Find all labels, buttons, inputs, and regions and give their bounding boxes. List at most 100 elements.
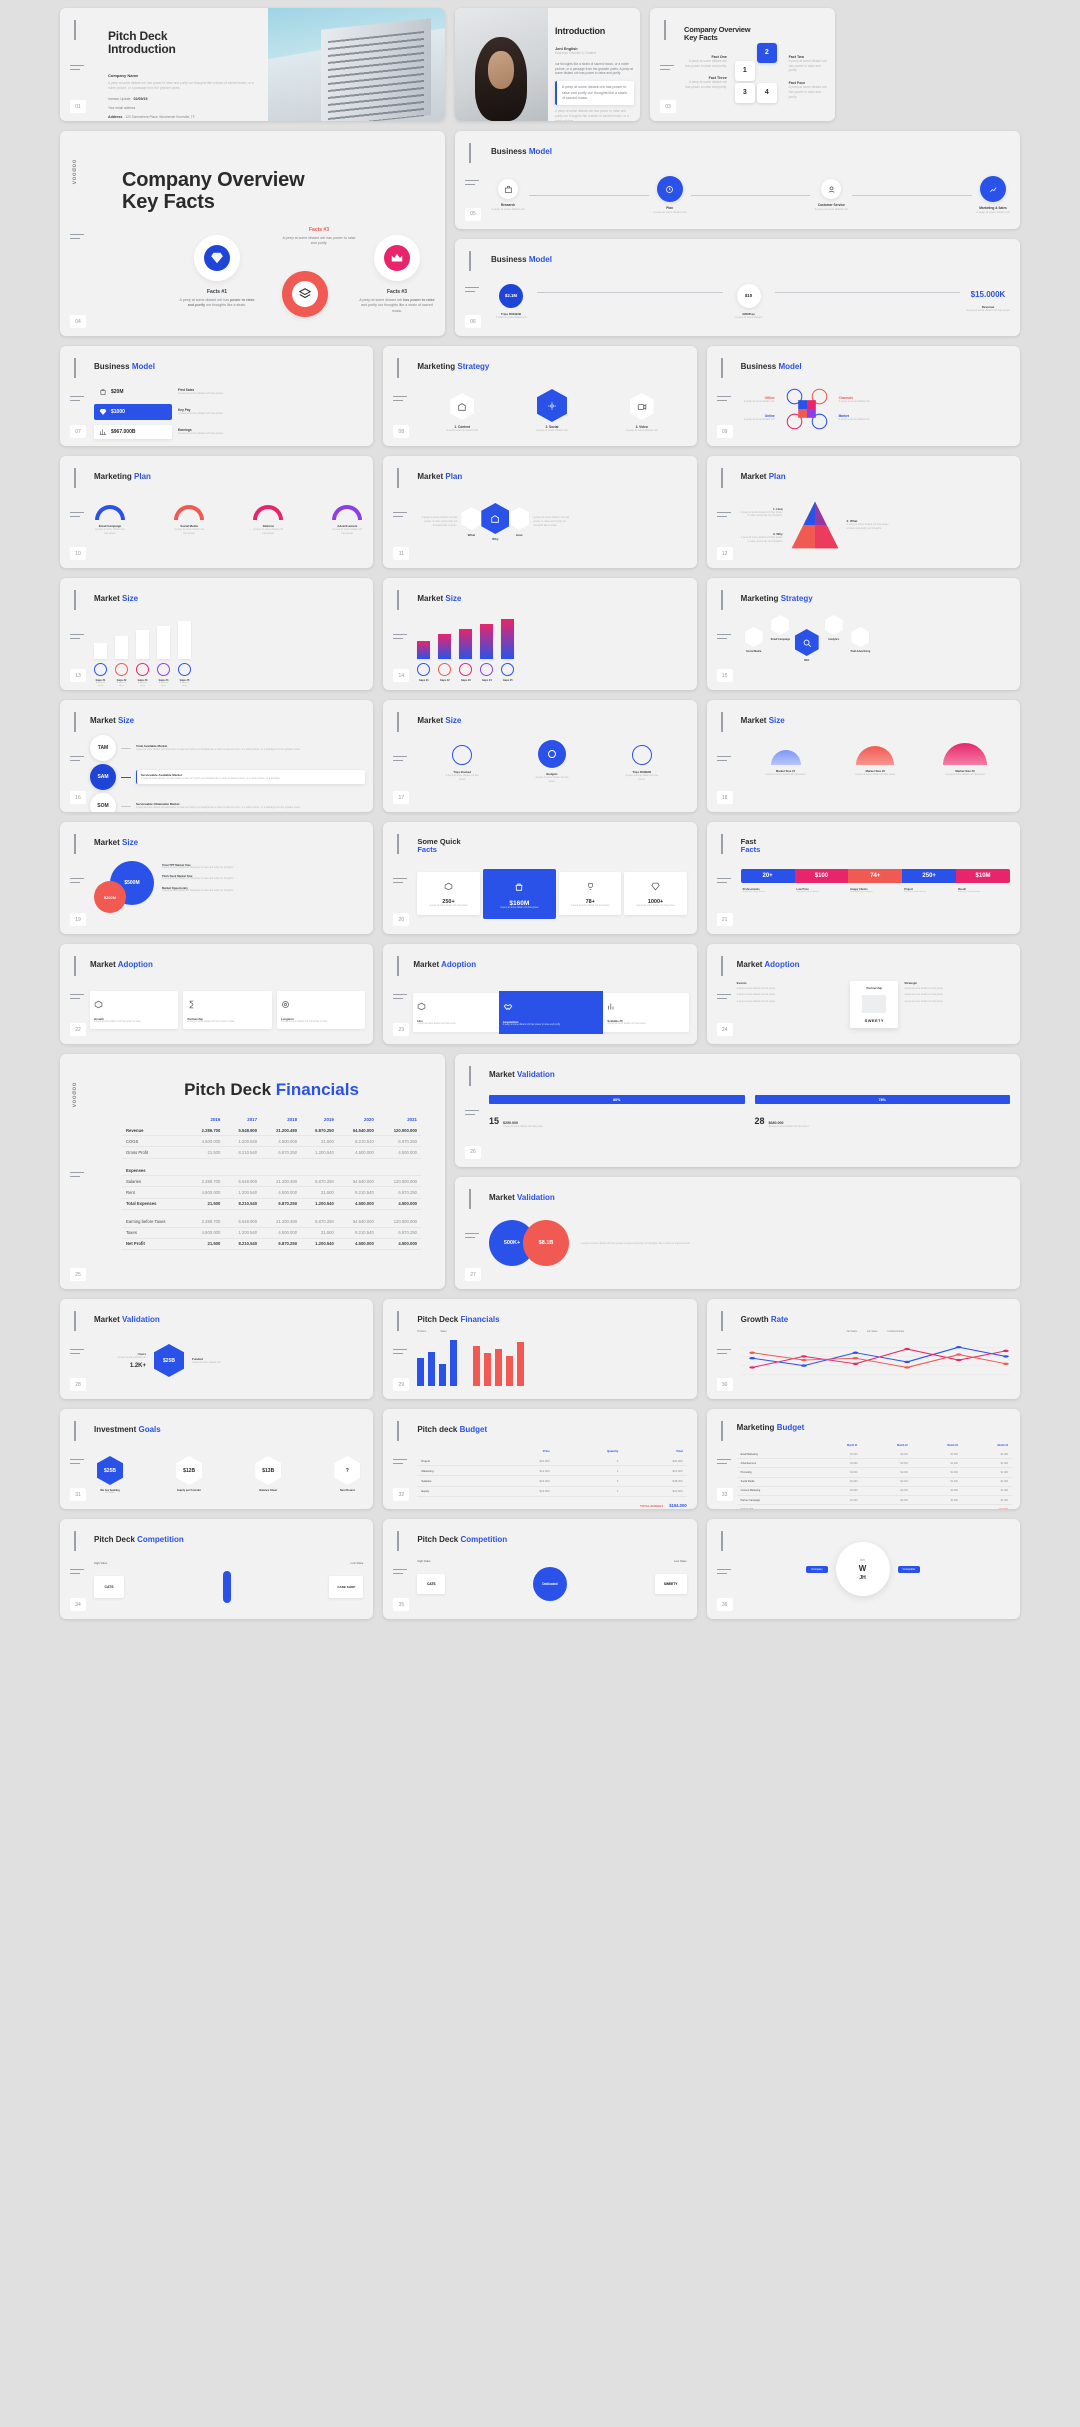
slide-fast-facts[interactable]: 21 Fast Facts 20+ $100 74+ 250+ $10M Pro…	[706, 822, 1020, 934]
video-icon[interactable]	[629, 393, 654, 420]
slide-title-top: Business	[491, 254, 527, 264]
how-hex[interactable]	[509, 507, 530, 530]
content-icon[interactable]	[450, 393, 475, 420]
divider-bar	[222, 1570, 231, 1603]
slide-market-adoption-c[interactable]: 24 Market Adoption Events A peep at some…	[706, 944, 1020, 1044]
slide-market-size-bars-white[interactable]: 13 Market Size Gaps #1 A peep at some Gap…	[60, 578, 374, 690]
slide-market-plan-triangle[interactable]: 12 Market Plan 1. How A peep at some dis…	[706, 456, 1020, 568]
layers-icon	[292, 281, 318, 307]
price-sub: A peep at some distant orb has power	[178, 431, 224, 435]
slide-title-bottom: Size	[118, 716, 135, 725]
slide-market-adoption-b[interactable]: 23 Market Adoption Hire A peep at some d…	[383, 944, 697, 1044]
small-campaign-icon[interactable]	[771, 615, 790, 635]
slide-pitch-deck-budget[interactable]: 32 Pitch deck Budget Price Quantity Tota…	[383, 1409, 697, 1509]
slide-title-top: Market	[417, 594, 444, 603]
slide-business-model-flow[interactable]: 06 Business Model $2.1M Trips ROI/B2B A …	[455, 238, 1020, 336]
paid-advertising-icon[interactable]	[851, 627, 870, 647]
ff-sub: A peep at some distant	[742, 890, 765, 893]
slide-quick-facts[interactable]: 20 Some Quick Facts 250+ A peep at some …	[383, 822, 697, 934]
inv-hex-3[interactable]: $13B	[255, 1456, 282, 1485]
slide-market-validation-bars[interactable]: 26 Market Validation 80% 78% 15 $250.000	[455, 1054, 1020, 1167]
inv-hex-4[interactable]: ?	[334, 1456, 361, 1485]
slide-market-validation-hex[interactable]: 28 Market Validation Users A peep at som…	[60, 1299, 374, 1399]
slide-marketing-strategy-hex[interactable]: 08 Marketing Strategy 1. Content A peep …	[383, 346, 697, 446]
slide-market-adoption-a[interactable]: 22 Market Adoption Growth A peep at some…	[60, 944, 374, 1044]
som-circle[interactable]: SOM	[90, 793, 116, 812]
arc-sub: A peep at some distant orb has power	[174, 528, 204, 535]
slide-introduction[interactable]: 02 Introduction Joni English Business Fo…	[455, 8, 640, 121]
slide-growth-rate[interactable]: 30 Growth Rate Jan Sales Jan Sales Funde…	[706, 1299, 1020, 1399]
slide-title-top: Fast	[740, 837, 757, 846]
box-icon	[94, 1000, 103, 1009]
fact-3-top-group: Facts #3 A peep at some distant orb has …	[282, 227, 356, 247]
slide-investment-goals[interactable]: 31 Investment Goals $25B We Are Seeking …	[60, 1409, 374, 1509]
slide-company-overview-key-facts-large[interactable]: voodoo 04 Company Overview Key Facts Fac…	[60, 131, 445, 336]
slide-title-top: Market	[736, 960, 763, 969]
slide-page-number: 04	[70, 315, 86, 328]
slide-market-size-tam[interactable]: 16 Market Size TAM Total Available Marke…	[60, 700, 374, 812]
fin-year: 2019	[324, 1117, 334, 1122]
circle-sub: A peep at some distant orb has power	[445, 774, 479, 781]
val-num-1: 15	[489, 1116, 500, 1126]
slide-title-bottom: Model	[528, 254, 552, 264]
slide-pitch-deck-competition-a[interactable]: 34 Pitch Deck Competition High Value Low…	[60, 1519, 374, 1619]
analytics-icon[interactable]	[824, 615, 843, 635]
item-sub: A peep at some distant orb	[653, 210, 687, 214]
slide-title-bottom: Plan	[445, 472, 463, 481]
slide-pitch-deck-financials-bars[interactable]: 29 Pitch Deck Financials Product Sales	[383, 1299, 697, 1399]
slide-title-bottom: Financials	[460, 1315, 500, 1324]
slide-market-size-halfcircles[interactable]: 18 Market Size Market Size #1 A peep at …	[706, 700, 1020, 812]
slide-company-overview-key-facts-small[interactable]: 03 Company Overview Key Facts Fact One A…	[650, 8, 835, 121]
row-name: Earning before Taxes	[122, 1216, 188, 1228]
fin-year: 2016	[210, 1117, 221, 1122]
research-icon[interactable]	[498, 179, 518, 199]
slide-market-plan-hex[interactable]: 11 Market Plan A peep at some distant or…	[383, 456, 697, 568]
strategic-label: Strategic	[904, 981, 918, 985]
price-amount: $1000	[111, 409, 125, 415]
why-hex[interactable]	[481, 503, 510, 534]
sam-circle[interactable]: SAM	[90, 764, 116, 790]
tam-circle[interactable]: TAM	[90, 735, 116, 761]
slide-marketing-budget[interactable]: 33 Marketing Budget Month #1 Month #2 Mo…	[706, 1409, 1020, 1509]
inv-hex-1[interactable]: $25B	[97, 1456, 123, 1485]
slide-business-model-pricing[interactable]: 07 Business Model $20M First Sales A pee…	[60, 346, 374, 446]
circle-2[interactable]	[537, 740, 566, 768]
circle-1[interactable]	[452, 745, 473, 765]
slide-grid-page: 01 Pitch Deck Introduction Company Name …	[0, 0, 1080, 2427]
table-section-header: Expenses	[122, 1165, 421, 1177]
what-hex[interactable]	[461, 507, 482, 530]
social-icon[interactable]	[536, 389, 567, 422]
slide-business-model-puzzle[interactable]: 09 Business Model Offline A peep at some…	[706, 346, 1020, 446]
item-sub: A peep at some distant orb	[976, 210, 1010, 214]
hc-sub: A peep at some distant orb has power	[765, 773, 806, 776]
seo-icon[interactable]	[794, 629, 819, 656]
bar-sub: A peep at some	[179, 682, 190, 688]
fact-3-group: Facts #3 A peep at some distant orb has …	[358, 235, 436, 314]
marketing-sales-icon[interactable]	[980, 176, 1007, 202]
slide-market-size-bars-gradient[interactable]: 14 Market Size Gaps #1 Gaps #2 Gaps #3 G…	[383, 578, 697, 690]
slide-title-bottom: Plan	[134, 472, 151, 481]
slide-market-size-venn[interactable]: 19 Market Size $500M $200M Total TPT Mar…	[60, 822, 374, 934]
competition-circle: BW W JH	[835, 1542, 890, 1596]
slide-marketing-plan-arcs[interactable]: 10 Marketing Plan Email Campaign A peep …	[60, 456, 374, 568]
slide-business-model-icons[interactable]: 05 Business Model Research A peep at som…	[455, 131, 1020, 229]
circle-3[interactable]	[631, 745, 652, 765]
hex-left-text: A peep at some distant orb has power to …	[421, 516, 458, 527]
funded-hex[interactable]: $25B	[154, 1344, 184, 1377]
slide-pitch-deck-financials-large[interactable]: voodoo 25 Pitch Deck Financials 2016 201…	[60, 1054, 445, 1289]
customer-service-icon[interactable]	[821, 179, 842, 199]
social-media-icon[interactable]	[744, 627, 763, 647]
table-row: Equity $24.000 1 $24.000	[417, 1486, 687, 1497]
slide-market-validation-donut[interactable]: 27 Market Validation 500K+ $8.1B A peep …	[455, 1176, 1020, 1289]
plan-icon[interactable]	[656, 176, 683, 202]
budget-col: Quantity	[606, 1449, 619, 1453]
slide-pitch-deck-competition-c[interactable]: 36 Company BW W JH Competitor	[706, 1519, 1020, 1619]
ff-value: $10M	[956, 868, 1010, 883]
slide-marketing-strategy-icons[interactable]: 15 Marketing Strategy Social Media Small…	[706, 578, 1020, 690]
slide-pitch-deck-competition-b[interactable]: 35 Pitch Deck Competition High Value Low…	[383, 1519, 697, 1619]
legend-3: Funded Groups	[887, 1330, 905, 1333]
slide-market-size-circles[interactable]: 17 Market Size Trips Booked A peep at so…	[383, 700, 697, 812]
slide-pitch-deck-introduction[interactable]: 01 Pitch Deck Introduction Company Name …	[60, 8, 445, 121]
inv-hex-2[interactable]: $12B	[176, 1456, 203, 1485]
gear-white-icon	[194, 235, 240, 281]
